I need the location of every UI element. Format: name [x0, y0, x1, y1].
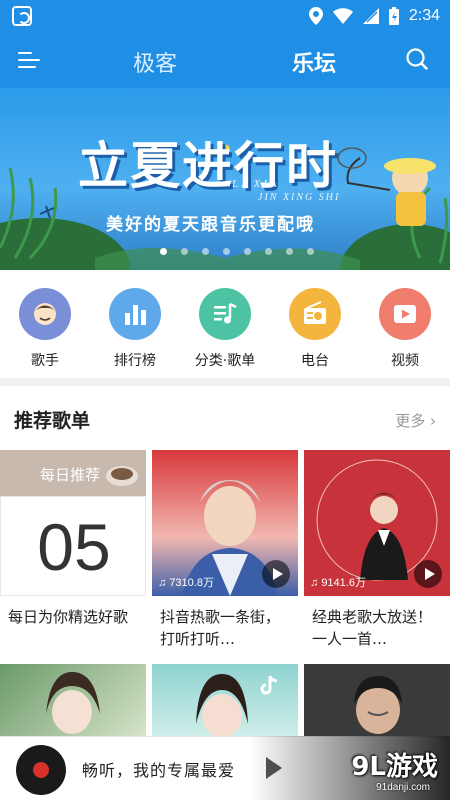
watermark-logo: 9L游戏 — [351, 752, 438, 782]
category-playlist[interactable]: 分类·歌单 — [180, 270, 270, 378]
section-title: 推荐歌单 — [14, 410, 91, 432]
playlist-cover: ♫ 7310.8万 — [152, 450, 298, 596]
play-count: ♫ 9141.6万 — [310, 577, 366, 589]
more-link[interactable]: 更多 › — [395, 410, 436, 431]
playlist-card[interactable] — [0, 664, 146, 736]
playlist-name: 抖音热歌一条街，打听打听… — [160, 608, 281, 648]
banner-dot[interactable] — [265, 248, 272, 255]
playlist-cover: 每日推荐 05 — [0, 450, 146, 596]
banner-dot[interactable] — [286, 248, 293, 255]
daily-header: 每日推荐 — [0, 450, 146, 496]
banner-dot[interactable] — [181, 248, 188, 255]
category-video[interactable]: 视频 — [360, 270, 450, 378]
playlist-name: 每日为你精选好歌 — [8, 608, 129, 626]
location-icon — [308, 7, 323, 25]
radio-icon — [289, 288, 341, 340]
watermark-url: 91danji.com — [376, 782, 430, 793]
banner-pinyin: JIN XING SHI — [258, 192, 341, 203]
player-title: 畅听，我的专属最爱 — [82, 761, 236, 780]
singer-photo — [46, 672, 100, 734]
banner-dot[interactable] — [307, 248, 314, 255]
banner-pinyin: LI XIA — [232, 178, 280, 190]
menu-button[interactable] — [18, 48, 44, 72]
tab-geek[interactable]: 极客 — [133, 46, 177, 78]
vinyl-disc-icon[interactable] — [16, 745, 66, 795]
play-count-value: 9141.6万 — [321, 577, 366, 589]
playlist-card[interactable]: ♫ 9141.6万 经典老歌大放送！一人一首… — [304, 450, 450, 660]
playlist-cover — [0, 664, 146, 736]
category-radio[interactable]: 电台 — [270, 270, 360, 378]
video-icon — [379, 288, 431, 340]
chevron-right-icon: › — [430, 412, 436, 430]
section-divider — [0, 378, 450, 386]
singer-icon — [19, 288, 71, 340]
category-label: 电台 — [301, 353, 329, 369]
category-label: 分类·歌单 — [194, 353, 256, 369]
play-count: ♫ 7310.8万 — [158, 577, 214, 589]
menu-icon — [18, 52, 32, 54]
banner-dot[interactable] — [223, 248, 230, 255]
playlist-card[interactable] — [152, 664, 298, 736]
category-label: 视频 — [391, 353, 419, 369]
banner-title: 立夏进行时 — [78, 136, 338, 195]
coffee-cup-icon — [106, 466, 138, 486]
play-icon[interactable] — [262, 560, 290, 588]
battery-icon — [388, 7, 399, 25]
banner-subtitle: 美好的夏天跟音乐更配哦 — [106, 215, 315, 235]
category-label: 排行榜 — [114, 353, 156, 369]
singer-photo — [354, 676, 402, 734]
search-button[interactable] — [406, 48, 428, 70]
menu-icon-line — [18, 59, 40, 61]
banner-dot[interactable] — [160, 248, 167, 255]
playlist-card[interactable]: ♫ 7310.8万 抖音热歌一条街，打听打听… — [152, 450, 298, 660]
play-count-value: 7310.8万 — [169, 577, 214, 589]
top-nav: 极客 乐坛 — [0, 32, 450, 88]
playlist-card[interactable]: 每日推荐 05 每日为你精选好歌 — [0, 450, 146, 660]
more-label: 更多 — [395, 412, 426, 430]
play-icon[interactable] — [414, 560, 442, 588]
playlist-cover — [304, 664, 450, 736]
status-time: 2:34 — [408, 7, 440, 24]
category-label: 歌手 — [31, 353, 59, 369]
banner-dot[interactable] — [244, 248, 251, 255]
playlist-card[interactable] — [304, 664, 450, 736]
playlist-icon — [199, 288, 251, 340]
category-singer[interactable]: 歌手 — [0, 270, 90, 378]
status-bar: 2:34 — [0, 0, 450, 32]
wifi-icon — [332, 8, 353, 24]
recommend-header: 推荐歌单 更多 › — [0, 386, 450, 450]
daily-date: 05 — [0, 496, 146, 596]
search-icon — [406, 48, 428, 70]
playlist-cover — [152, 664, 298, 736]
playlist-cover: ♫ 9141.6万 — [304, 450, 450, 596]
daily-date-number: 05 — [37, 510, 111, 584]
banner-dot[interactable] — [202, 248, 209, 255]
banner-carousel[interactable]: 立夏进行时 LI XIA JIN XING SHI 美好的夏天跟音乐更配哦 — [0, 88, 450, 270]
signal-icon — [362, 8, 379, 24]
tiktok-icon — [260, 675, 278, 695]
chart-icon — [109, 288, 161, 340]
playlist-name: 经典老歌大放送！一人一首… — [312, 608, 433, 648]
status-icons: 2:34 — [308, 0, 440, 32]
menu-icon-line — [18, 66, 36, 68]
app-notification-icon — [12, 6, 32, 26]
banner-pagination — [160, 248, 314, 255]
tab-music[interactable]: 乐坛 — [292, 46, 336, 78]
daily-label: 每日推荐 — [40, 466, 101, 484]
category-chart[interactable]: 排行榜 — [90, 270, 180, 378]
category-shortcuts: 歌手 排行榜 分类·歌单 电台 视频 — [0, 270, 450, 378]
